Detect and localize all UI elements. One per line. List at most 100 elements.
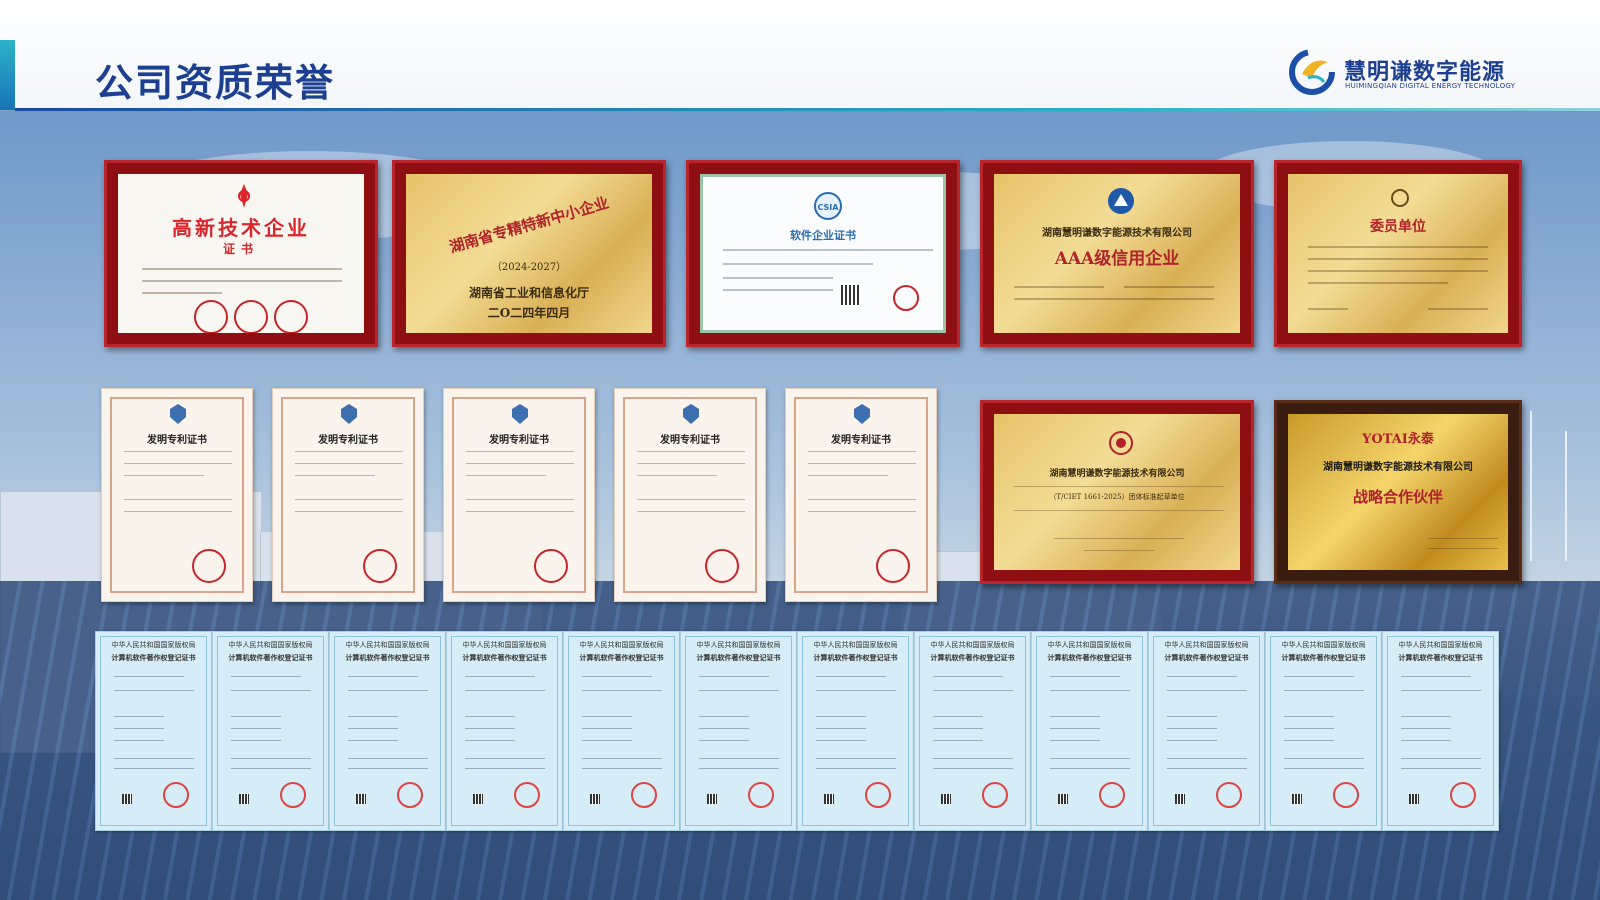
- certificate-title: 计算机软件著作权登记证书: [1047, 653, 1132, 662]
- text-line: [933, 768, 1013, 769]
- certificate-border: [1153, 636, 1260, 826]
- csia-badge-text: CSIA: [818, 203, 840, 212]
- text-line: [1050, 758, 1130, 759]
- software-copyright-certificate: 中华人民共和国国家版权局 计算机软件著作权登记证书: [1148, 631, 1265, 831]
- qr-code-icon: [707, 794, 717, 804]
- official-seal: [280, 782, 306, 808]
- text-line: [1050, 716, 1100, 717]
- text-line: [1050, 676, 1120, 677]
- text-line: [465, 676, 535, 677]
- page-title: 公司资质荣誉: [95, 61, 336, 105]
- official-seal: [397, 782, 423, 808]
- patent-certificate: 发明专利证书: [614, 388, 766, 602]
- plaque-company: 湖南慧明谦数字能源技术有限公司: [1049, 469, 1185, 479]
- plaque-specialized-sme: 湖南省专精特新中小企业 （2024-2027） 湖南省工业和信息化厅 二O二四年…: [392, 160, 666, 347]
- text-line: [933, 676, 1003, 677]
- text-line: [114, 768, 194, 769]
- official-seal: [363, 549, 397, 583]
- text-line: [723, 249, 933, 251]
- official-seal: [192, 549, 226, 583]
- wind-turbine: [1565, 431, 1567, 561]
- standard-emblem-icon: [1109, 431, 1133, 455]
- text-line: [1308, 270, 1488, 272]
- patent-title: 发明专利证书: [147, 435, 207, 446]
- software-copyright-certificate: 中华人民共和国国家版权局 计算机软件著作权登记证书: [563, 631, 680, 831]
- certificate-title: 计算机软件著作权登记证书: [1164, 653, 1249, 662]
- certificate-issuer: 中华人民共和国国家版权局: [1398, 641, 1483, 649]
- committee-emblem-icon: [1391, 189, 1409, 207]
- text-line: [1167, 768, 1247, 769]
- plaque-title: 软件企业证书: [790, 229, 856, 242]
- text-line: [582, 740, 632, 741]
- certificate-border: [334, 636, 441, 826]
- text-line: [1167, 740, 1217, 741]
- text-line: [124, 451, 232, 452]
- text-line: [465, 716, 515, 717]
- text-line: [1284, 768, 1364, 769]
- text-line: [1308, 282, 1448, 284]
- text-line: [465, 740, 515, 741]
- page-header: 公司资质荣誉 慧明谦数字能源 HUIMINGQIAN DIGITAL ENERG…: [0, 0, 1600, 111]
- text-line: [1401, 768, 1481, 769]
- text-line: [1167, 728, 1217, 729]
- qr-code-icon: [356, 794, 366, 804]
- plaque-title: 湖南省专精特新中小企业: [447, 193, 611, 257]
- text-line: [808, 475, 888, 476]
- text-line: [295, 511, 403, 512]
- text-line: [348, 676, 418, 677]
- patent-title: 发明专利证书: [660, 435, 720, 446]
- company-logo: 慧明谦数字能源 HUIMINGQIAN DIGITAL ENERGY TECHN…: [1288, 48, 1518, 96]
- text-line: [295, 499, 403, 500]
- text-line: [231, 728, 281, 729]
- text-line: [114, 758, 194, 759]
- text-line: [466, 475, 546, 476]
- text-line: [1284, 728, 1334, 729]
- text-line: [582, 716, 632, 717]
- official-seal: [274, 300, 308, 333]
- certificate-issuer: 中华人民共和国国家版权局: [1164, 641, 1249, 649]
- text-line: [1014, 510, 1224, 511]
- text-line: [114, 690, 194, 691]
- text-line: [295, 475, 375, 476]
- qr-code-icon: [1175, 794, 1185, 804]
- plaque-date: 二O二四年四月: [487, 306, 571, 320]
- text-line: [1014, 298, 1214, 300]
- official-seal: [893, 285, 919, 311]
- text-line: [699, 728, 749, 729]
- software-copyright-certificate: 中华人民共和国国家版权局 计算机软件著作权登记证书: [797, 631, 914, 831]
- yotai-logo-text: YOTAI永泰: [1362, 432, 1434, 447]
- text-line: [1401, 690, 1481, 691]
- text-line: [637, 451, 745, 452]
- text-line: [816, 690, 896, 691]
- text-line: [1050, 768, 1130, 769]
- patent-emblem-icon: [854, 404, 870, 424]
- certificate-issuer: 中华人民共和国国家版权局: [1281, 641, 1366, 649]
- certificate-title: 计算机软件著作权登记证书: [111, 653, 196, 662]
- patent-certificate: 发明专利证书: [785, 388, 937, 602]
- text-line: [1284, 676, 1354, 677]
- plaque-committee-member: 委员单位: [1274, 160, 1522, 347]
- text-line: [816, 716, 866, 717]
- text-line: [348, 728, 398, 729]
- high-tech-emblem-icon: [238, 184, 250, 208]
- certificate-border: [1270, 636, 1377, 826]
- text-line: [1308, 308, 1348, 310]
- text-line: [231, 758, 311, 759]
- certificate-issuer: 中华人民共和国国家版权局: [345, 641, 430, 649]
- text-line: [637, 463, 745, 464]
- text-line: [723, 289, 833, 291]
- plaque-title: 战略合作伙伴: [1352, 488, 1443, 506]
- official-seal: [748, 782, 774, 808]
- text-line: [142, 268, 342, 270]
- text-line: [1014, 286, 1104, 288]
- text-line: [1401, 676, 1471, 677]
- text-line: [808, 511, 916, 512]
- text-line: [114, 728, 164, 729]
- official-seal: [1099, 782, 1125, 808]
- text-line: [816, 728, 866, 729]
- official-seal: [514, 782, 540, 808]
- plaque-title: 委员单位: [1370, 219, 1426, 235]
- official-seal: [1450, 782, 1476, 808]
- text-line: [124, 463, 232, 464]
- patent-certificate: 发明专利证书: [272, 388, 424, 602]
